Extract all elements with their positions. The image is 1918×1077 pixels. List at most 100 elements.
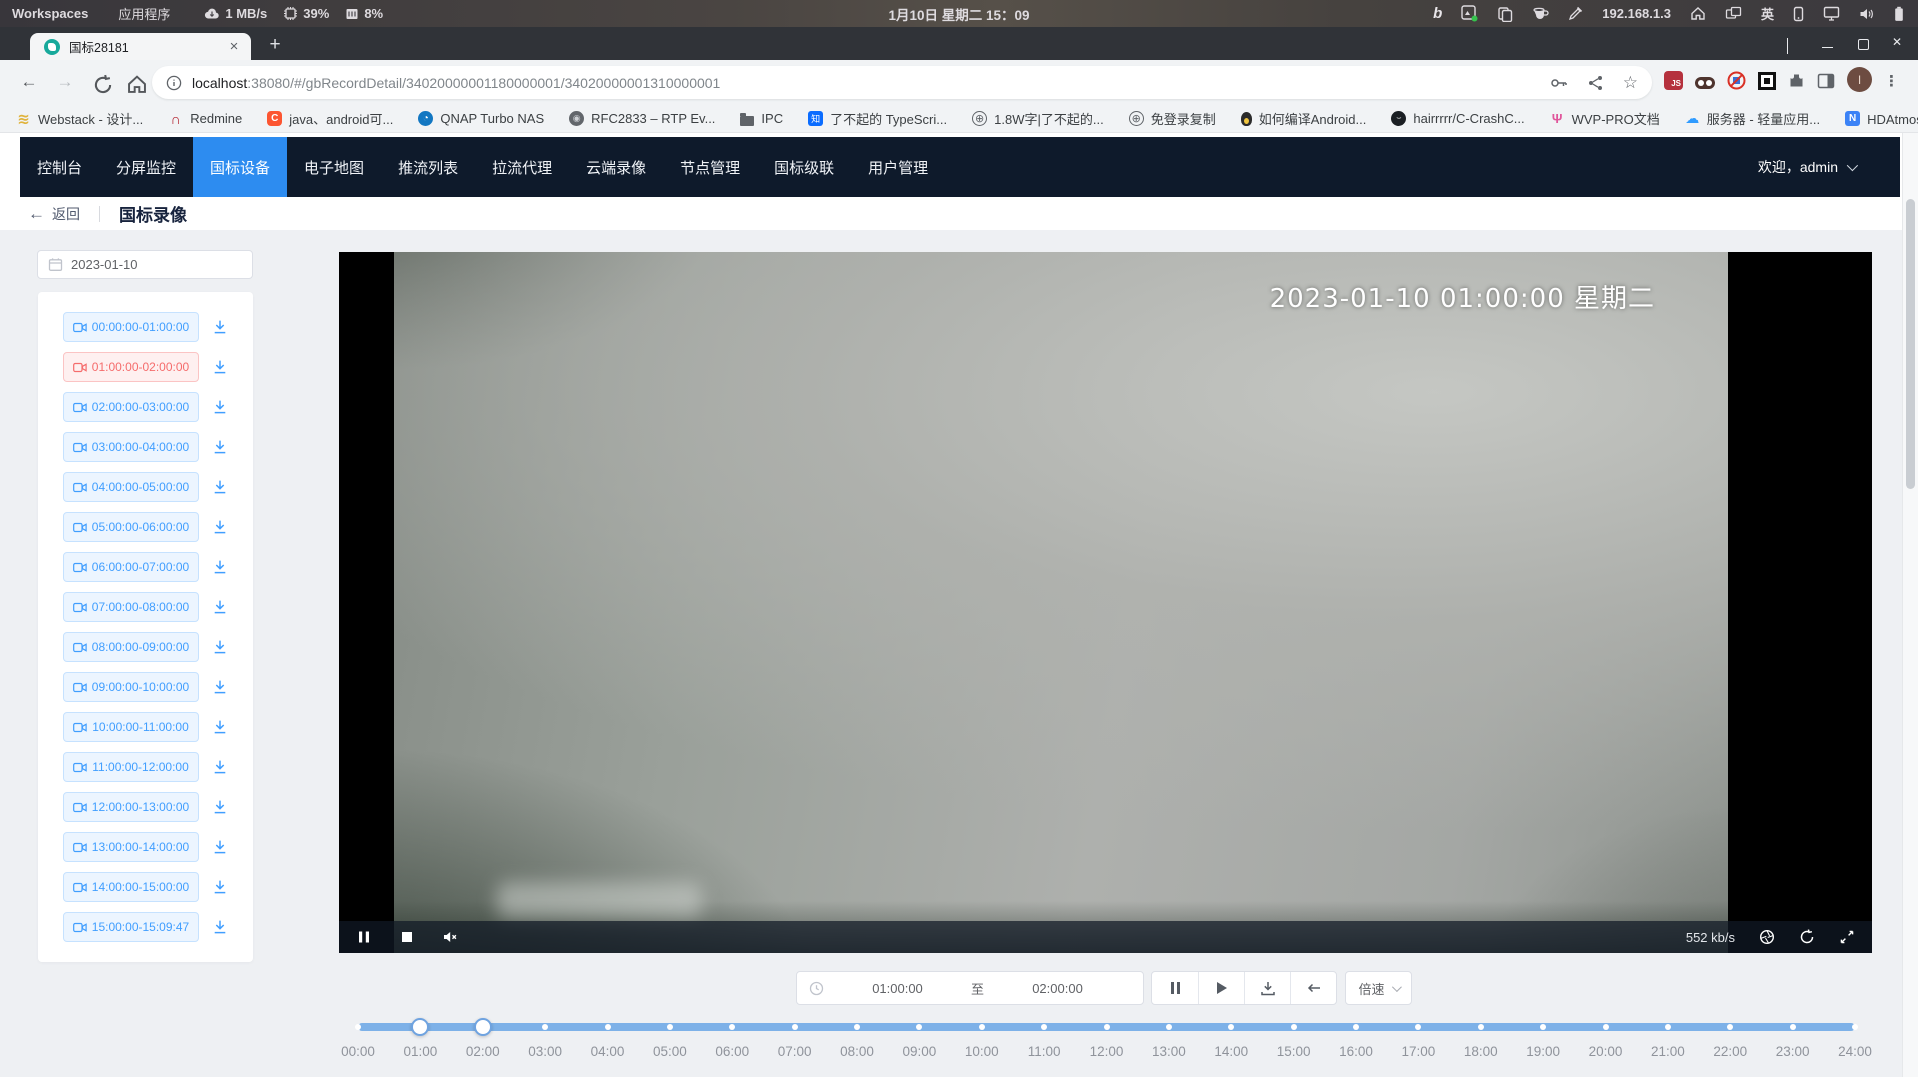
download-button[interactable]: [1244, 972, 1290, 1004]
new-tab-button[interactable]: [263, 34, 287, 58]
js-extension-icon[interactable]: JS: [1664, 71, 1683, 90]
bookmark-item[interactable]: RFC2833 – RTP Ev...: [569, 111, 715, 126]
video-player[interactable]: 2023-01-10 01:00:00 星期二 552 kb/s: [339, 252, 1872, 953]
scrollbar-thumb[interactable]: [1906, 199, 1915, 489]
segment-pill[interactable]: 13:00:00-14:00:00: [63, 832, 199, 862]
window-maximize-button[interactable]: [1857, 38, 1869, 50]
window-minimize-button[interactable]: [1822, 38, 1834, 50]
seek-back-button[interactable]: [1290, 972, 1336, 1004]
player-mute-icon[interactable]: [442, 929, 458, 945]
workspaces-button[interactable]: Workspaces: [12, 6, 88, 21]
user-menu[interactable]: 欢迎，admin: [1758, 137, 1900, 197]
tab-close-icon[interactable]: [226, 39, 242, 55]
segment-download-button[interactable]: [211, 358, 229, 376]
privacy-mask-extension-icon[interactable]: [1695, 77, 1715, 89]
clipboard-tray-icon[interactable]: [1497, 6, 1513, 22]
segment-pill[interactable]: 14:00:00-15:00:00: [63, 872, 199, 902]
bookmark-item[interactable]: WVP-PRO文档: [1550, 109, 1660, 128]
nav-tab-10[interactable]: 用户管理: [851, 137, 945, 197]
workspaces-tray-icon[interactable]: [1725, 6, 1742, 21]
nav-tab-7[interactable]: 云端录像: [569, 137, 663, 197]
bookmark-item[interactable]: 1.8W字|了不起的...: [972, 109, 1104, 128]
bookmark-item[interactable]: IPC: [740, 111, 783, 126]
tab-search-chevron-icon[interactable]: [1787, 38, 1788, 54]
segment-pill[interactable]: 11:00:00-12:00:00: [63, 752, 199, 782]
segment-download-button[interactable]: [211, 798, 229, 816]
nav-tab-1[interactable]: 控制台: [20, 137, 99, 197]
segment-download-button[interactable]: [211, 558, 229, 576]
browser-forward-button[interactable]: [54, 71, 76, 93]
ip-address[interactable]: 192.168.1.3: [1602, 6, 1671, 21]
bookmark-item[interactable]: HDAtmos :: 种子 *...: [1845, 109, 1918, 128]
segment-download-button[interactable]: [211, 638, 229, 656]
player-stop-button[interactable]: [399, 929, 415, 945]
segment-pill[interactable]: 03:00:00-04:00:00: [63, 432, 199, 462]
coffee-cup-tray-icon[interactable]: [1532, 6, 1549, 21]
browser-reload-button[interactable]: [92, 74, 114, 96]
segment-download-button[interactable]: [211, 318, 229, 336]
bookmark-item[interactable]: hairrrrr/C-CrashC...: [1391, 111, 1524, 126]
date-picker[interactable]: 2023-01-10: [37, 250, 253, 279]
window-close-button[interactable]: [1892, 38, 1904, 50]
segment-download-button[interactable]: [211, 838, 229, 856]
segment-download-button[interactable]: [211, 518, 229, 536]
segment-pill[interactable]: 05:00:00-06:00:00: [63, 512, 199, 542]
battery-tray-icon[interactable]: [1894, 6, 1904, 22]
browser-menu-icon[interactable]: [1884, 72, 1899, 90]
address-bar[interactable]: localhost:38080/#/gbRecordDetail/3402000…: [152, 66, 1652, 99]
segment-pill[interactable]: 10:00:00-11:00:00: [63, 712, 199, 742]
end-time-value[interactable]: 02:00:00: [984, 981, 1131, 996]
snapshot-aperture-button[interactable]: [1759, 929, 1775, 945]
segment-pill[interactable]: 01:00:00-02:00:00: [63, 352, 199, 382]
browser-profile-avatar[interactable]: I: [1847, 67, 1872, 92]
segment-pill[interactable]: 04:00:00-05:00:00: [63, 472, 199, 502]
input-method-indicator[interactable]: 英: [1761, 4, 1774, 23]
clock[interactable]: 1月10日 星期二 15：09: [888, 4, 1029, 24]
browser-home-button[interactable]: [126, 73, 148, 95]
applications-button[interactable]: 应用程序: [118, 4, 170, 23]
segment-download-button[interactable]: [211, 598, 229, 616]
segment-pill[interactable]: 06:00:00-07:00:00: [63, 552, 199, 582]
segment-pill[interactable]: 15:00:00-15:09:47: [63, 912, 199, 942]
share-icon[interactable]: [1588, 75, 1603, 91]
nav-tab-5[interactable]: 推流列表: [381, 137, 475, 197]
bookmark-item[interactable]: Webstack - 设计...: [16, 109, 143, 128]
segment-pill[interactable]: 08:00:00-09:00:00: [63, 632, 199, 662]
phone-tray-icon[interactable]: [1793, 6, 1804, 22]
display-tray-icon[interactable]: [1823, 6, 1840, 21]
segment-download-button[interactable]: [211, 478, 229, 496]
bookmark-item[interactable]: java、android可...: [267, 109, 393, 128]
bookmark-item[interactable]: 如何编译Android...: [1241, 109, 1367, 128]
segment-pill[interactable]: 09:00:00-10:00:00: [63, 672, 199, 702]
home-tray-icon[interactable]: [1690, 6, 1706, 21]
segment-download-button[interactable]: [211, 758, 229, 776]
player-pause-button[interactable]: [356, 929, 372, 945]
bookmark-item[interactable]: 服务器 - 轻量应用...: [1685, 109, 1820, 128]
back-button[interactable]: 返回: [52, 204, 80, 224]
blocker-extension-icon[interactable]: [1727, 71, 1746, 90]
nav-tab-3[interactable]: 国标设备: [193, 137, 287, 197]
segment-download-button[interactable]: [211, 438, 229, 456]
segment-pill[interactable]: 00:00:00-01:00:00: [63, 312, 199, 342]
nav-tab-8[interactable]: 节点管理: [663, 137, 757, 197]
bookmark-item[interactable]: 免登录复制: [1129, 109, 1216, 128]
segment-download-button[interactable]: [211, 718, 229, 736]
segment-pill[interactable]: 02:00:00-03:00:00: [63, 392, 199, 422]
timeline-handle[interactable]: [474, 1018, 492, 1036]
nav-tab-6[interactable]: 拉流代理: [475, 137, 569, 197]
playback-speed-dropdown[interactable]: 倍速: [1345, 971, 1412, 1005]
volume-tray-icon[interactable]: [1859, 7, 1875, 21]
segment-download-button[interactable]: [211, 678, 229, 696]
back-arrow-icon[interactable]: [28, 204, 45, 224]
page-scrollbar[interactable]: [1902, 133, 1918, 1077]
site-info-icon[interactable]: [166, 75, 182, 91]
app-window-tray-icon[interactable]: [1461, 5, 1478, 22]
segment-pill[interactable]: 12:00:00-13:00:00: [63, 792, 199, 822]
nav-tab-9[interactable]: 国标级联: [757, 137, 851, 197]
browser-tab[interactable]: 国标28181: [30, 33, 251, 60]
dark-square-extension-icon[interactable]: [1758, 72, 1776, 90]
bookmark-item[interactable]: 了不起的 TypeScri...: [808, 109, 947, 128]
password-key-icon[interactable]: [1550, 76, 1568, 90]
bookmark-star-icon[interactable]: [1623, 73, 1638, 93]
nav-tab-4[interactable]: 电子地图: [287, 137, 381, 197]
